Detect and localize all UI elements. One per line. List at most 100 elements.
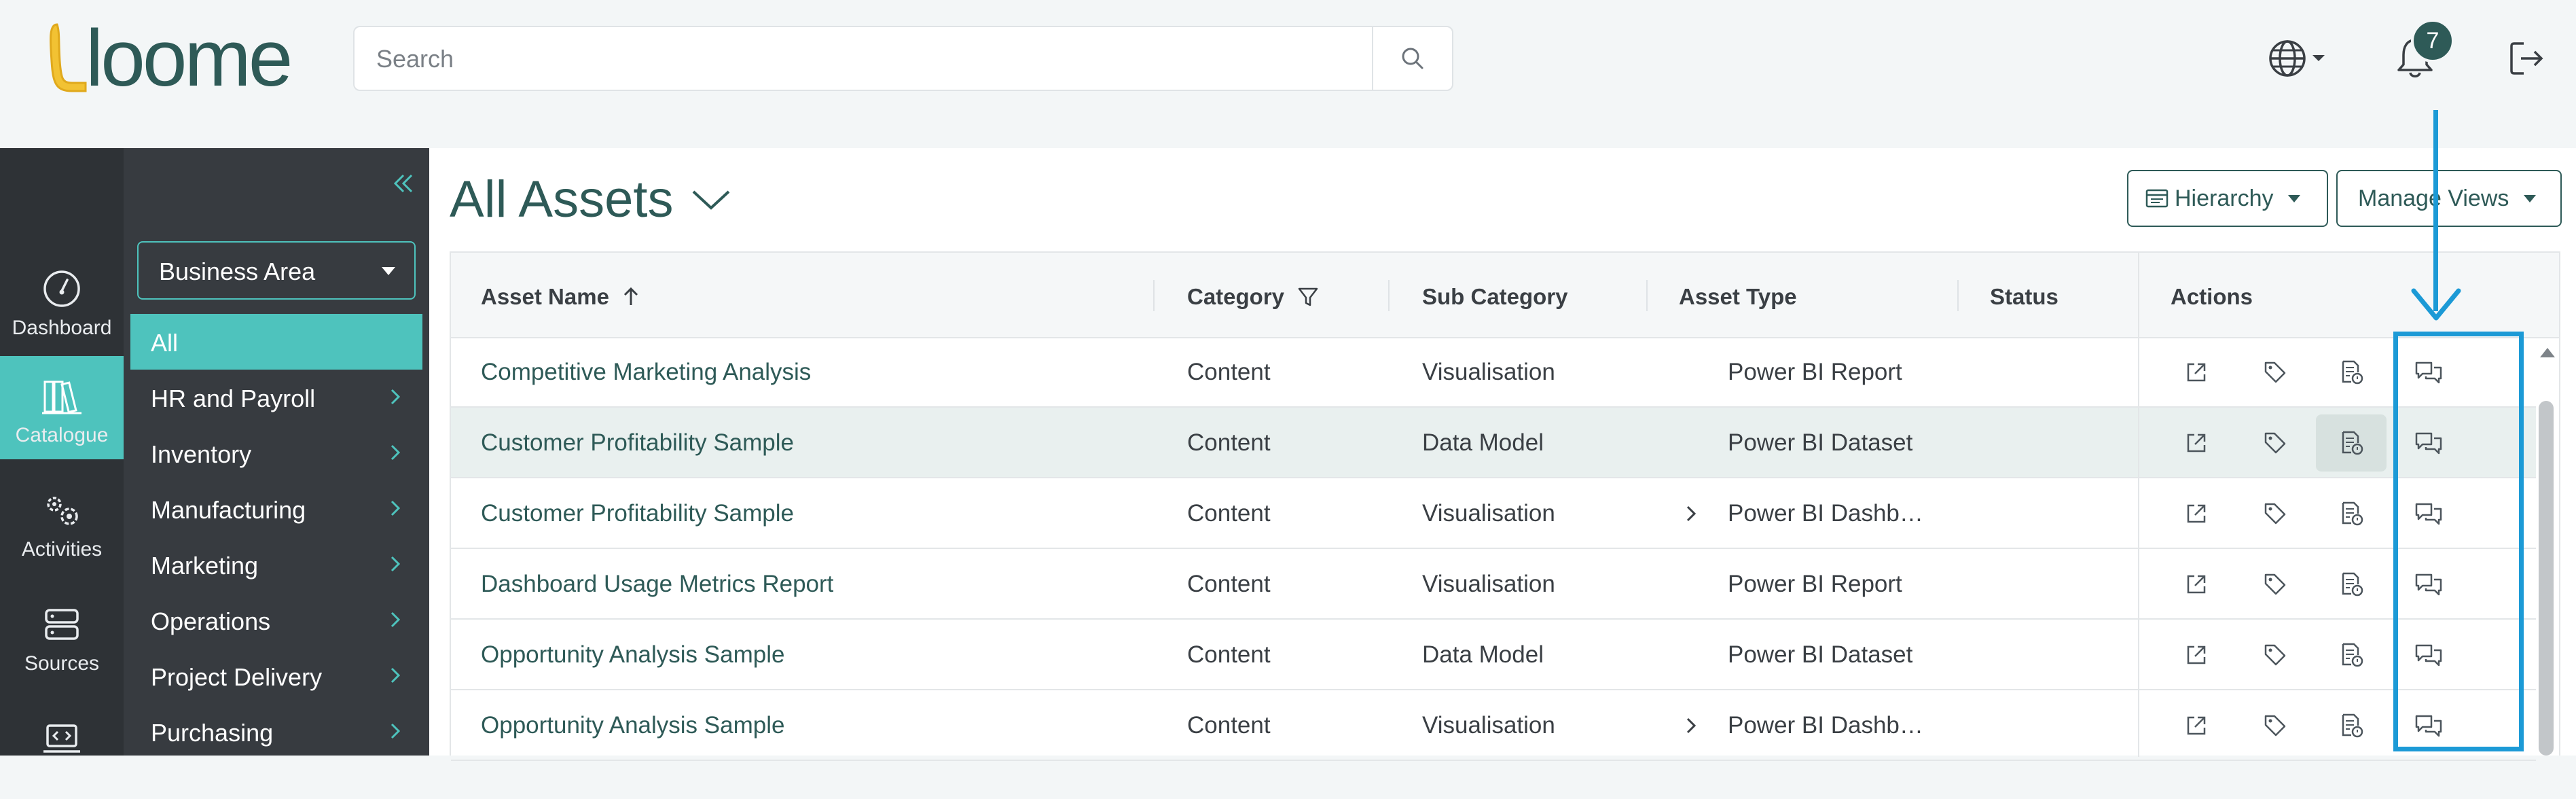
search-icon [1402,48,1423,69]
asset-sub-category: Data Model [1422,641,1544,668]
column-header-category[interactable]: Category [1187,284,1320,310]
caret-down-icon [2288,194,2301,202]
subnav-item-operations[interactable]: Operations [130,592,422,648]
table-header: Asset Name Category Sub Category Asset T… [451,253,2559,338]
sidebar-item-label: Dashboard [12,317,112,339]
document-info-icon[interactable] [2316,414,2387,472]
hierarchy-list-icon [2145,189,2169,208]
asset-type: Power BI Report [1728,571,1902,597]
loome-logo[interactable]: loome [45,18,293,99]
annotation-arrow-head-icon [2411,288,2461,321]
column-header-sub-category[interactable]: Sub Category [1422,284,1568,310]
open-external-icon[interactable] [2177,353,2215,391]
table-row[interactable]: Opportunity Analysis Sample Content Data M… [451,620,2536,690]
search-button[interactable] [1372,27,1452,90]
table-row[interactable]: Customer Profitability Sample Content Data… [451,408,2536,478]
scrollbar-thumb[interactable] [2539,401,2554,756]
chevron-right-icon [391,556,401,572]
asset-name-link[interactable]: Opportunity Analysis Sample [481,641,784,669]
asset-name-link[interactable]: Opportunity Analysis Sample [481,712,784,739]
sidebar-item-activities[interactable]: Activities [0,470,124,571]
globe-icon [2269,40,2306,77]
sidebar-item-catalogue[interactable]: Catalogue [0,356,124,459]
column-header-status[interactable]: Status [1990,284,2058,310]
sidebar-item-sources[interactable]: Sources [0,584,124,685]
filter-icon[interactable] [1296,285,1320,308]
subnav-item-project-delivery[interactable]: Project Delivery [130,648,422,704]
table-row[interactable]: Opportunity Analysis Sample Content Visual… [451,690,2536,761]
hierarchy-button-label: Hierarchy [2175,185,2274,211]
dashboard-gauge-icon [43,270,80,307]
business-area-dropdown[interactable]: Business Area [137,241,416,300]
page-title-text: All Assets [450,171,674,228]
sidebar-item-code[interactable] [0,698,124,799]
scroll-up-arrow[interactable] [2540,348,2555,357]
document-info-icon[interactable] [2332,353,2370,391]
asset-name-link[interactable]: Competitive Marketing Analysis [481,359,811,386]
notification-count-badge: 7 [2411,19,2454,63]
expand-chevron-icon[interactable] [1680,715,1702,736]
subnav-item-hr-and-payroll[interactable]: HR and Payroll [130,370,422,425]
logo-mark-icon [50,23,87,92]
subnav-item-inventory[interactable]: Inventory [130,425,422,481]
document-info-icon[interactable] [2332,636,2370,674]
sidebar-item-dashboard[interactable]: Dashboard [0,249,124,349]
open-external-icon[interactable] [2177,636,2215,674]
sidebar-item-label: Activities [21,538,103,561]
column-header-label: Sub Category [1422,284,1568,309]
table-row[interactable]: Dashboard Usage Metrics Report Content Vis… [451,549,2536,620]
subnav-item-label: HR and Payroll [151,385,316,412]
logout-button[interactable] [2499,31,2554,86]
column-separator[interactable] [1388,280,1390,311]
column-separator[interactable] [1957,280,1959,311]
sidebar-item-label: Sources [24,652,100,675]
asset-category: Content [1187,712,1271,739]
asset-type: Power BI Dashbo… [1728,500,1931,527]
subnav-item-manufacturing[interactable]: Manufacturing [130,481,422,537]
asset-category: Content [1187,359,1271,385]
chevron-down-icon [693,190,730,210]
tag-icon[interactable] [2256,495,2294,533]
subnav-item-label: Manufacturing [151,496,306,524]
collapse-double-chevron-icon[interactable] [388,170,416,197]
tag-icon[interactable] [2256,707,2294,745]
table-row[interactable]: Customer Profitability Sample Content Visu… [451,478,2536,549]
document-info-icon[interactable] [2332,707,2370,745]
tag-icon[interactable] [2256,636,2294,674]
subnav-item-all[interactable]: All [130,314,422,370]
table-row[interactable]: Competitive Marketing Analysis Content Vis… [451,337,2536,408]
open-external-icon[interactable] [2177,565,2215,603]
tag-icon[interactable] [2256,353,2294,391]
page-title[interactable]: All Assets [450,170,731,229]
subnav-item-label: Marketing [151,552,259,580]
actions-column-divider [2138,253,2139,757]
hierarchy-button[interactable]: Hierarchy [2127,170,2328,227]
document-info-icon[interactable] [2332,565,2370,603]
column-header-label: Actions [2171,284,2253,309]
language-selector[interactable] [2259,31,2334,86]
sidebar-item-label: Catalogue [15,424,109,446]
tag-icon[interactable] [2256,424,2294,462]
column-header-asset-name[interactable]: Asset Name [481,284,643,310]
books-icon [42,380,81,414]
subnav-item-marketing[interactable]: Marketing [130,537,422,592]
open-external-icon[interactable] [2177,707,2215,745]
column-header-asset-type[interactable]: Asset Type [1679,284,1797,310]
search-input[interactable] [375,27,1369,91]
subnav-item-label: Inventory [151,440,252,468]
asset-name-link[interactable]: Dashboard Usage Metrics Report [481,571,833,598]
open-external-icon[interactable] [2177,495,2215,533]
column-header-label: Asset Type [1679,284,1797,309]
column-separator[interactable] [1646,280,1648,311]
manage-views-button[interactable]: Manage Views [2336,170,2562,227]
asset-name-link[interactable]: Customer Profitability Sample [481,500,794,527]
column-separator[interactable] [1153,280,1155,311]
expand-chevron-icon[interactable] [1680,503,1702,525]
subnav-item-purchasing[interactable]: Purchasing [130,704,422,760]
asset-name-link[interactable]: Customer Profitability Sample [481,429,794,457]
tag-icon[interactable] [2256,565,2294,603]
open-external-icon[interactable] [2177,424,2215,462]
asset-type: Power BI Dashbo… [1728,712,1931,739]
caret-down-icon [2524,194,2537,202]
document-info-icon[interactable] [2332,495,2370,533]
